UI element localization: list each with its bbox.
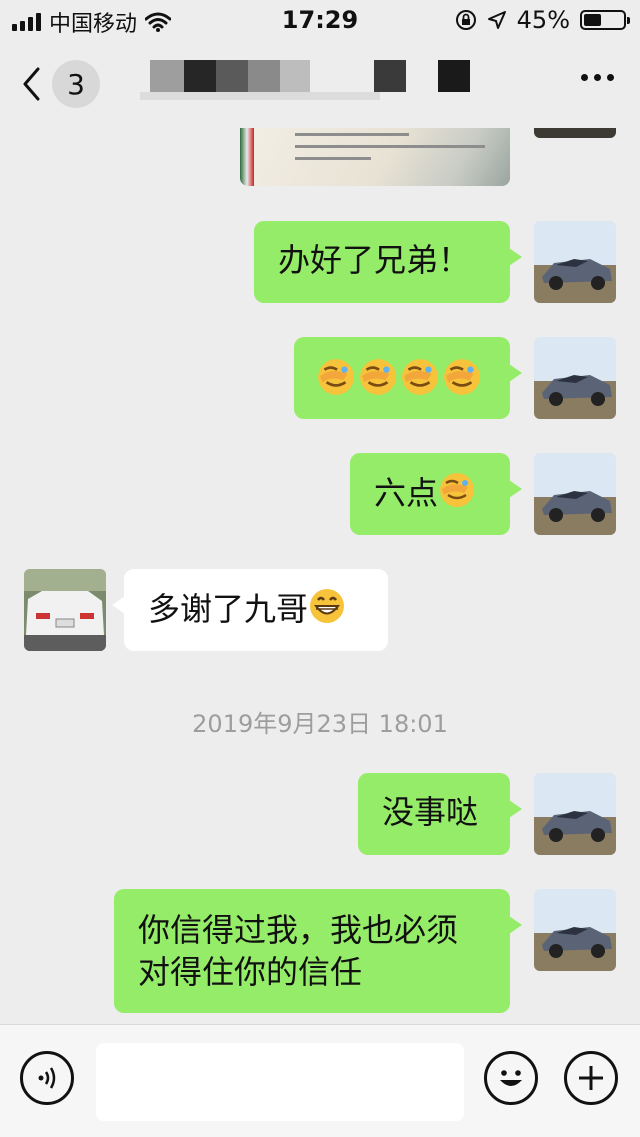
plus-button[interactable] [564, 1051, 618, 1105]
location-arrow-icon [487, 11, 506, 29]
my-avatar[interactable] [534, 453, 616, 535]
my-avatar[interactable] [534, 337, 616, 419]
message-timestamp: 2019年9月23日 18:01 [192, 710, 448, 738]
message-input[interactable] [96, 1043, 464, 1121]
voice-button[interactable] [20, 1051, 74, 1105]
chat-area[interactable]: 办好了兄弟！ 六点 多谢了九哥 2019年9月23日 18:01 没事哒 你信得… [0, 128, 640, 1024]
car-avatar-image [534, 773, 616, 855]
chevron-left-icon [23, 67, 40, 101]
my-avatar[interactable] [534, 221, 616, 303]
car-avatar-image [534, 889, 616, 971]
plus-icon [579, 1066, 603, 1090]
my-avatar[interactable] [534, 773, 616, 855]
battery-icon [580, 10, 630, 30]
incoming-message[interactable]: 多谢了九哥 [112, 569, 388, 651]
more-dots-icon [581, 74, 588, 81]
chat-header: 3 [0, 40, 640, 128]
voice-icon [38, 1067, 56, 1089]
car-avatar-image [534, 453, 616, 535]
emoji-row [316, 359, 482, 399]
status-right: 45% [455, 6, 630, 34]
message-text-line: 你信得过我，我也必须 [138, 911, 459, 949]
unread-count-badge: 3 [52, 60, 100, 108]
white-car-avatar-image [24, 569, 106, 651]
message-text: 多谢了九哥 [148, 590, 309, 628]
input-bar [0, 1024, 640, 1137]
image-message[interactable] [240, 128, 510, 186]
message-text: 六点 [374, 474, 439, 512]
car-avatar-image [534, 221, 616, 303]
grin-emoji [308, 587, 346, 635]
facepalm-emoji [316, 357, 356, 407]
outgoing-message[interactable]: 六点 [350, 453, 522, 535]
message-text: 办好了兄弟！ [278, 241, 471, 279]
facepalm-emoji [442, 357, 482, 407]
my-avatar[interactable] [534, 889, 616, 971]
outgoing-message[interactable]: 你信得过我，我也必须 对得住你的信任 [114, 889, 522, 1013]
emoji-button[interactable] [484, 1051, 538, 1105]
contact-avatar[interactable] [24, 569, 106, 651]
outgoing-message[interactable] [294, 337, 522, 419]
battery-percent: 45% [516, 6, 570, 34]
facepalm-emoji [400, 357, 440, 407]
outgoing-message[interactable]: 办好了兄弟！ [254, 221, 522, 303]
emoji-icon [500, 1070, 522, 1086]
back-button[interactable]: 3 [22, 58, 142, 110]
more-button[interactable] [581, 74, 614, 81]
facepalm-emoji [358, 357, 398, 407]
facepalm-emoji [438, 471, 476, 519]
car-avatar-image [534, 337, 616, 419]
outgoing-message[interactable]: 没事哒 [358, 773, 522, 855]
status-bar: 中国移动 17:29 45% [0, 0, 640, 40]
rotation-lock-icon [455, 10, 476, 30]
my-avatar[interactable] [534, 128, 616, 138]
message-text-line: 对得住你的信任 [138, 953, 363, 991]
chat-title-mosaic [140, 60, 480, 100]
message-text: 没事哒 [382, 793, 479, 831]
